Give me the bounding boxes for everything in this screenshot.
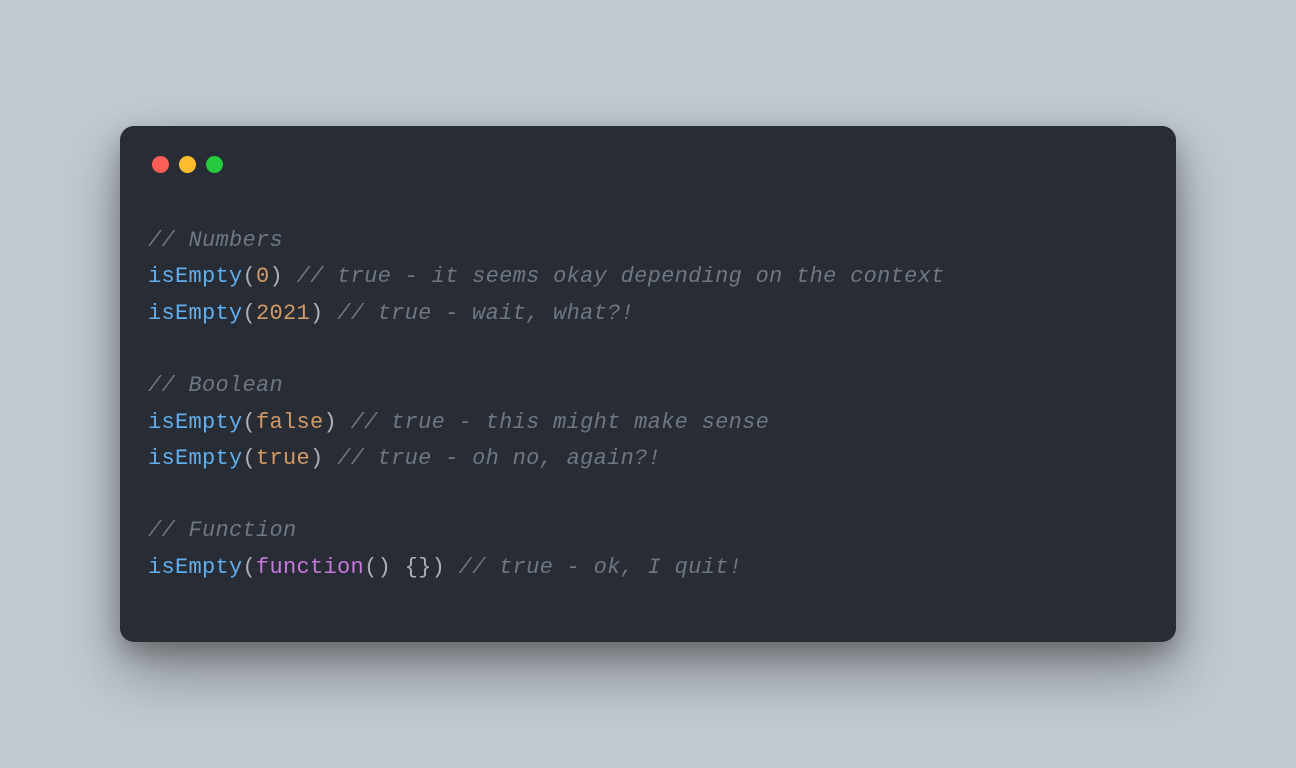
comment: // true - ok, I quit! [459,555,743,580]
maximize-icon[interactable] [206,156,223,173]
code-line [148,332,1148,368]
comment: // true - wait, what?! [337,301,634,326]
open-paren: ( [243,555,257,580]
comment: // true - it seems okay depending on the… [297,264,945,289]
comment: // true - oh no, again?! [337,446,661,471]
titlebar [148,154,1148,173]
code-line: isEmpty(function() {}) // true - ok, I q… [148,550,1148,586]
minimize-icon[interactable] [179,156,196,173]
code-line: // Boolean [148,368,1148,404]
comment: // Boolean [148,373,283,398]
number-literal: 2021 [256,301,310,326]
open-paren: ( [243,264,257,289]
open-paren: ( [243,301,257,326]
comment: // Numbers [148,228,283,253]
open-paren: ( [243,446,257,471]
function-name: isEmpty [148,301,243,326]
number-literal: 0 [256,264,270,289]
close-paren: ) [270,264,297,289]
code-line: // Numbers [148,223,1148,259]
code-line: isEmpty(true) // true - oh no, again?! [148,441,1148,477]
close-paren: ) [324,410,351,435]
open-paren: ( [243,410,257,435]
code-line [148,477,1148,513]
boolean-literal: true [256,446,310,471]
code-line: isEmpty(false) // true - this might make… [148,405,1148,441]
code-line: isEmpty(0) // true - it seems okay depen… [148,259,1148,295]
function-name: isEmpty [148,264,243,289]
function-name: isEmpty [148,410,243,435]
code-window: // NumbersisEmpty(0) // true - it seems … [120,126,1176,642]
code-block: // NumbersisEmpty(0) // true - it seems … [148,223,1148,586]
code-line: // Function [148,513,1148,549]
boolean-literal: false [256,410,324,435]
comment: // true - this might make sense [351,410,770,435]
keyword-function: function [256,555,364,580]
close-paren: ) [310,446,337,471]
function-name: isEmpty [148,555,243,580]
close-paren: ) [432,555,459,580]
function-name: isEmpty [148,446,243,471]
comment: // Function [148,518,297,543]
function-body: () {} [364,555,432,580]
close-paren: ) [310,301,337,326]
close-icon[interactable] [152,156,169,173]
code-line: isEmpty(2021) // true - wait, what?! [148,296,1148,332]
